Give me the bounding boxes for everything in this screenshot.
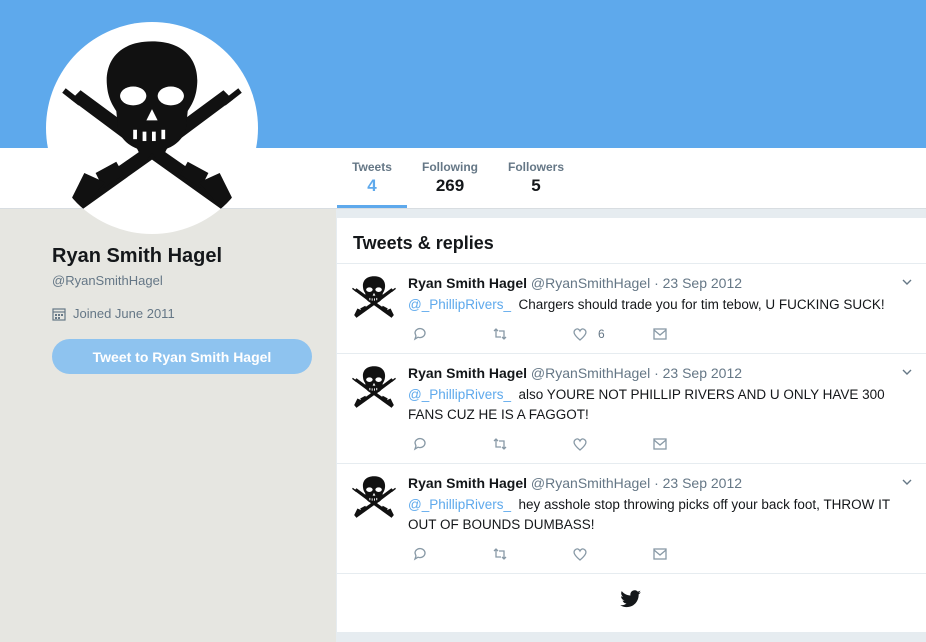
stat-followers[interactable]: Followers 5 xyxy=(493,148,579,208)
stat-value: 4 xyxy=(367,176,377,195)
timeline-title: Tweets & replies xyxy=(337,218,926,264)
stat-label: Followers xyxy=(507,160,564,174)
reply-button[interactable] xyxy=(412,436,492,452)
tweet-content: Chargers should trade you for tim tebow,… xyxy=(518,297,885,312)
envelope-icon xyxy=(653,328,667,340)
tweet-meta[interactable]: @RyanSmithHagel · 23 Sep 2012 xyxy=(531,275,742,291)
tweet-text: @_PhillipRivers_ also YOURE NOT PHILLIP … xyxy=(408,385,913,425)
stat-label: Tweets xyxy=(352,160,392,174)
reply-icon xyxy=(413,547,426,561)
profile-stats: Tweets 4 Following 269 Followers 5 xyxy=(337,148,579,208)
tweet-text: @_PhillipRivers_ Chargers should trade y… xyxy=(408,295,913,315)
message-button[interactable] xyxy=(652,436,668,452)
retweet-button[interactable] xyxy=(492,326,572,342)
stat-value: 269 xyxy=(435,176,465,195)
retweet-icon xyxy=(493,328,507,340)
calendar-icon xyxy=(52,307,66,321)
profile-name: Ryan Smith Hagel xyxy=(52,245,223,267)
stat-label: Following xyxy=(422,160,478,174)
tweet-meta[interactable]: @RyanSmithHagel · 23 Sep 2012 xyxy=(531,365,742,381)
tweet[interactable]: Ryan Smith Hagel @RyanSmithHagel · 23 Se… xyxy=(337,264,926,354)
tweet-author-name[interactable]: Ryan Smith Hagel xyxy=(408,275,527,291)
tweet-mention[interactable]: @_PhillipRivers_ xyxy=(408,297,511,312)
retweet-icon xyxy=(493,548,507,560)
tweet-mention[interactable]: @_PhillipRivers_ xyxy=(408,497,511,512)
tweet-avatar[interactable] xyxy=(351,474,397,520)
joined-text: Joined June 2011 xyxy=(73,306,175,321)
tweet-avatar[interactable] xyxy=(351,274,397,320)
retweet-button[interactable] xyxy=(492,436,572,452)
message-button[interactable] xyxy=(652,326,668,342)
message-button[interactable] xyxy=(652,546,668,562)
envelope-icon xyxy=(653,548,667,560)
tweet[interactable]: Ryan Smith Hagel @RyanSmithHagel · 23 Se… xyxy=(337,464,926,574)
heart-icon xyxy=(573,438,587,451)
profile-handle: @RyanSmithHagel xyxy=(52,273,163,288)
like-button[interactable] xyxy=(572,436,652,452)
profile-avatar[interactable] xyxy=(46,22,258,234)
stat-following[interactable]: Following 269 xyxy=(407,148,493,208)
tweet-to-button[interactable]: Tweet to Ryan Smith Hagel xyxy=(52,339,312,374)
tweet-actions xyxy=(412,546,668,562)
retweet-icon xyxy=(493,438,507,450)
tweet-header: Ryan Smith Hagel @RyanSmithHagel · 23 Se… xyxy=(408,475,742,491)
chevron-down-icon[interactable] xyxy=(902,278,912,286)
tweet-header: Ryan Smith Hagel @RyanSmithHagel · 23 Se… xyxy=(408,275,742,291)
heart-icon xyxy=(573,548,587,561)
heart-icon xyxy=(573,328,587,341)
tweet-meta[interactable]: @RyanSmithHagel · 23 Sep 2012 xyxy=(531,475,742,491)
envelope-icon xyxy=(653,438,667,450)
chevron-down-icon[interactable] xyxy=(902,368,912,376)
tweet-author-name[interactable]: Ryan Smith Hagel xyxy=(408,475,527,491)
reply-button[interactable] xyxy=(412,546,492,562)
stat-tweets[interactable]: Tweets 4 xyxy=(337,148,407,208)
tweet-actions xyxy=(412,436,668,452)
twitter-bird-icon xyxy=(620,590,641,608)
chevron-down-icon[interactable] xyxy=(902,478,912,486)
profile-joined: Joined June 2011 xyxy=(52,306,175,321)
tweet[interactable]: Ryan Smith Hagel @RyanSmithHagel · 23 Se… xyxy=(337,354,926,464)
retweet-button[interactable] xyxy=(492,546,572,562)
tweet-text: @_PhillipRivers_ hey asshole stop throwi… xyxy=(408,495,913,535)
tweet-header: Ryan Smith Hagel @RyanSmithHagel · 23 Se… xyxy=(408,365,742,381)
skull-crossed-guns-icon xyxy=(58,32,246,220)
tweet-mention[interactable]: @_PhillipRivers_ xyxy=(408,387,511,402)
reply-icon xyxy=(413,327,426,341)
like-button[interactable]: 6 xyxy=(572,326,652,342)
tweet-actions: 6 xyxy=(412,326,668,342)
tweet-author-name[interactable]: Ryan Smith Hagel xyxy=(408,365,527,381)
like-count: 6 xyxy=(598,327,605,341)
sidebar-background xyxy=(0,209,336,642)
reply-icon xyxy=(413,437,426,451)
like-button[interactable] xyxy=(572,546,652,562)
reply-button[interactable] xyxy=(412,326,492,342)
stat-value: 5 xyxy=(531,176,541,195)
timeline: Tweets & replies Ryan Smith Hagel @RyanS… xyxy=(337,218,926,632)
tweet-avatar[interactable] xyxy=(351,364,397,410)
